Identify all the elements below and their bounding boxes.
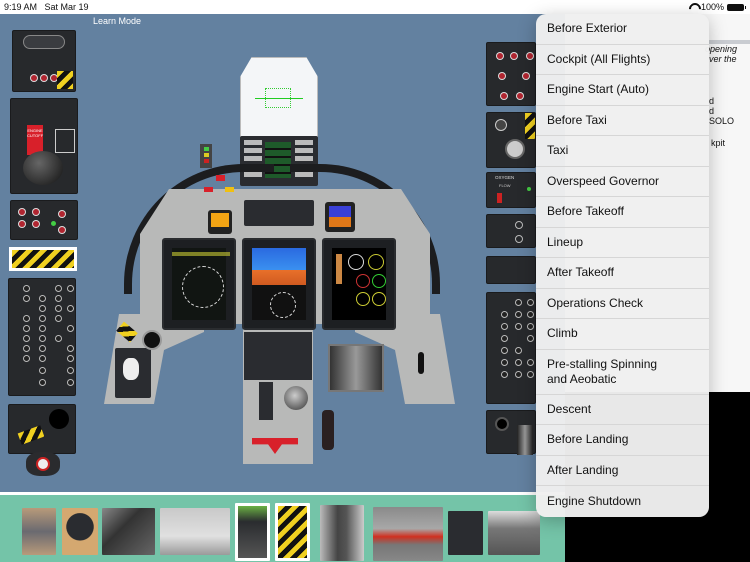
- left-panel-oxygen-connector[interactable]: [8, 404, 76, 454]
- left-panel-trim[interactable]: [12, 30, 76, 92]
- wifi-icon: [688, 3, 698, 11]
- standby-attitude-indicator[interactable]: [325, 202, 355, 232]
- annunciator-panel[interactable]: [200, 144, 212, 168]
- master-warning-light[interactable]: [216, 175, 225, 181]
- mfd-left-navigation[interactable]: [162, 238, 236, 330]
- thumbnail-cockpit-seat[interactable]: [235, 503, 270, 561]
- learn-mode-label: Learn Mode: [93, 16, 142, 26]
- thumbnail-ejection-handle-panel[interactable]: [275, 503, 310, 561]
- canopy-handle-right[interactable]: [418, 352, 424, 374]
- left-panel-hazard: [9, 247, 77, 271]
- landing-gear-handle[interactable]: [115, 348, 151, 398]
- menu-item-engine-shutdown[interactable]: Engine Shutdown: [536, 486, 709, 517]
- battery-icon: [727, 3, 746, 11]
- menu-item-climb[interactable]: Climb: [536, 319, 709, 350]
- menu-item-lineup[interactable]: Lineup: [536, 228, 709, 258]
- right-panel-lights[interactable]: [486, 42, 536, 106]
- right-panel-blank: [486, 256, 536, 284]
- hud-combiner[interactable]: [240, 57, 318, 137]
- menu-item-label: Pre-stalling Spinning and Aeobatic: [547, 356, 658, 386]
- oxygen-label: OXYGEN: [495, 175, 515, 180]
- info-line: d: [709, 96, 715, 106]
- checklist-menu[interactable]: Before Exterior Cockpit (All Flights) En…: [536, 14, 709, 517]
- thumbnail-ground-power-cart[interactable]: [160, 508, 230, 555]
- menu-item-engine-start-auto[interactable]: Engine Start (Auto): [536, 75, 709, 106]
- left-panel-regulator[interactable]: [26, 452, 60, 476]
- trim-panel[interactable]: [259, 382, 273, 420]
- time-text: 9:19 AM: [4, 2, 38, 12]
- date-text: Sat Mar 19: [44, 2, 89, 12]
- thumbnail-canopy-frame[interactable]: [488, 511, 540, 555]
- menu-item-descent[interactable]: Descent: [536, 395, 709, 425]
- right-panel-temperature[interactable]: [486, 112, 536, 168]
- mfd-center-pfd[interactable]: [242, 238, 316, 330]
- menu-item-before-exterior[interactable]: Before Exterior: [536, 14, 709, 45]
- thumbnail-strip[interactable]: [0, 492, 565, 562]
- info-line: d: [709, 106, 715, 116]
- standby-altimeter[interactable]: [142, 330, 162, 350]
- parking-brake-knob[interactable]: [284, 386, 308, 410]
- right-panel-connector[interactable]: [486, 410, 536, 455]
- cockpit-view: Learn Mode ENGINE CUTOFF OXYGEN FLOW: [0, 14, 565, 492]
- right-panel-comm[interactable]: [486, 214, 536, 248]
- map-case[interactable]: [328, 344, 384, 392]
- info-line: ver the: [709, 54, 737, 64]
- left-panel-engine-cutoff[interactable]: ENGINE CUTOFF: [10, 98, 78, 194]
- left-panel-switches[interactable]: [10, 200, 78, 240]
- mfd-right-engine[interactable]: [322, 238, 396, 330]
- center-control-panel[interactable]: [244, 332, 312, 380]
- menu-item-overspeed-governor[interactable]: Overspeed Governor: [536, 167, 709, 197]
- menu-item-after-landing[interactable]: After Landing: [536, 456, 709, 486]
- menu-item-after-takeoff[interactable]: After Takeoff: [536, 258, 709, 289]
- info-line: opening: [705, 44, 738, 54]
- thumbnail-ejection-seat-harness[interactable]: [22, 508, 56, 555]
- thumbnail-aircraft-exterior[interactable]: [373, 507, 443, 561]
- menu-item-pre-stalling-spinning-aerobatic[interactable]: Pre-stalling Spinning and Aeobatic: [536, 350, 709, 395]
- status-right: 100%: [688, 2, 746, 12]
- thumbnail-flight-helmet[interactable]: [62, 508, 98, 555]
- left-panel-circuit-breakers[interactable]: [8, 278, 76, 396]
- info-line: kpit: [711, 138, 726, 148]
- control-stick[interactable]: [322, 410, 334, 450]
- thumbnail-canopy-handle[interactable]: [102, 508, 155, 555]
- thumbnail-cockpit-interior[interactable]: [320, 505, 364, 561]
- menu-item-operations-check[interactable]: Operations Check: [536, 289, 709, 319]
- battery-percent: 100%: [700, 2, 724, 12]
- menu-item-taxi[interactable]: Taxi: [536, 136, 709, 167]
- caution-light[interactable]: [225, 187, 234, 192]
- menu-item-cockpit-all-flights[interactable]: Cockpit (All Flights): [536, 45, 709, 75]
- menu-item-before-landing[interactable]: Before Landing: [536, 425, 709, 456]
- fire-light-left[interactable]: [204, 187, 213, 192]
- standby-engine-display[interactable]: [208, 210, 232, 234]
- right-panel-oxygen[interactable]: OXYGEN FLOW: [486, 172, 536, 208]
- status-time: 9:19 AM Sat Mar 19: [4, 2, 89, 12]
- status-bar: 9:19 AM Sat Mar 19 100%: [0, 0, 750, 14]
- menu-item-before-takeoff[interactable]: Before Takeoff: [536, 197, 709, 228]
- menu-item-before-taxi[interactable]: Before Taxi: [536, 106, 709, 136]
- thumbnail-circuit-breaker-panel[interactable]: [448, 511, 483, 555]
- audio-control-panel[interactable]: [244, 200, 314, 226]
- oxygen-flow-label: FLOW: [499, 183, 511, 188]
- info-line: SOLO: [709, 116, 735, 126]
- right-panel-circuit-breakers[interactable]: [486, 292, 536, 404]
